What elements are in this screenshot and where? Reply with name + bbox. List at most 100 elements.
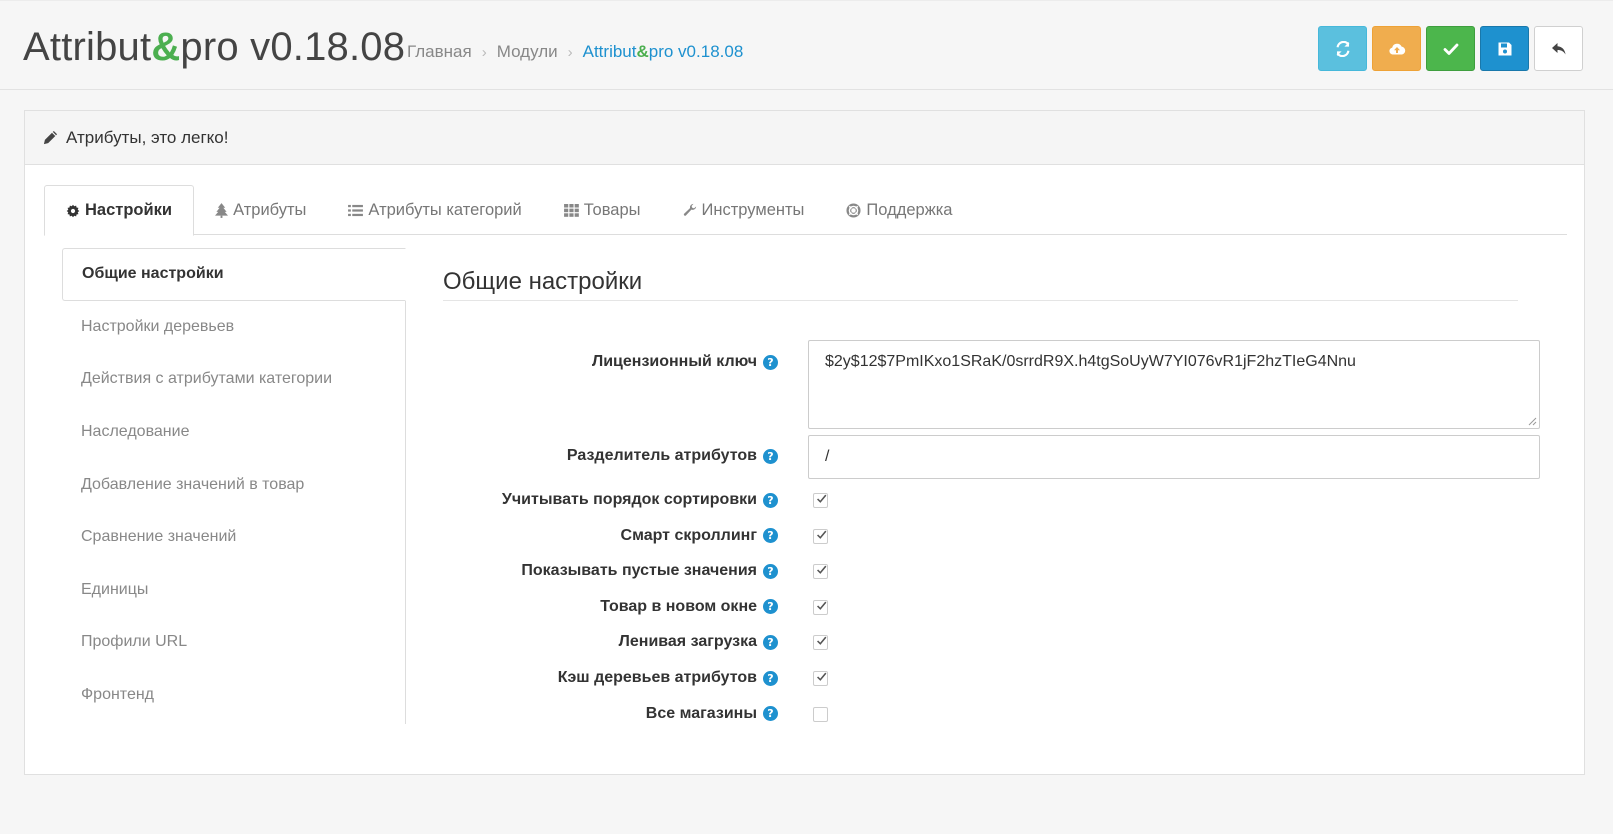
- tab-support-label: Поддержка: [866, 200, 953, 219]
- panel-heading: Атрибуты, это легко!: [25, 111, 1584, 165]
- checkbox-label-text: Все магазины: [645, 704, 757, 722]
- breadcrumb-home-link[interactable]: Главная: [407, 42, 472, 62]
- checkbox-label-text: Смарт скроллинг: [620, 526, 757, 544]
- checkmark-icon: [817, 494, 827, 503]
- tab-attributes[interactable]: Атрибуты: [194, 185, 327, 235]
- separator-label-text: Разделитель атрибутов: [566, 447, 757, 464]
- cloud-upload-button[interactable]: [1372, 26, 1421, 71]
- save-icon: [1498, 42, 1511, 55]
- help-icon[interactable]: ?: [763, 528, 778, 544]
- help-icon[interactable]: ?: [763, 599, 778, 615]
- checkbox-label: Все магазины?: [378, 705, 778, 723]
- separator-label: Разделитель атрибутов ?: [378, 447, 778, 465]
- tab-products[interactable]: Товары: [543, 185, 662, 235]
- help-icon[interactable]: ?: [763, 706, 778, 722]
- checkbox-label-text: Кэш деревьев атрибутов: [557, 669, 757, 686]
- settings-checkbox[interactable]: [813, 635, 828, 651]
- sidenav-item-category-actions[interactable]: Действия с атрибутами категории: [62, 353, 405, 406]
- tree-icon: [215, 202, 229, 218]
- tab-bar: Настройки Атрибуты Атрибуты категорий То…: [44, 185, 1567, 236]
- reply-icon: [1551, 42, 1565, 54]
- sidenav-item-add-values[interactable]: Добавление значений в товар: [62, 458, 405, 511]
- settings-content: Общие настройки Лицензионный ключ ? $2y$…: [443, 248, 1568, 722]
- settings-checkbox[interactable]: [813, 706, 828, 722]
- checkbox-label: Ленивая загрузка?: [378, 633, 778, 651]
- tab-category-attributes-label: Атрибуты категорий: [368, 200, 522, 219]
- sidenav-item-frontend[interactable]: Фронтенд: [62, 669, 405, 722]
- checkbox-label: Показывать пустые значения?: [378, 562, 778, 580]
- settings-checkbox[interactable]: [813, 599, 828, 615]
- license-key-value: $2y$12$7PmIKxo1SRaK/0srrdR9X.h4tgSoUyW7Y…: [825, 353, 1356, 370]
- gear-icon: [66, 204, 80, 218]
- checkmark-icon: [817, 636, 827, 646]
- sidenav-item-units[interactable]: Единицы: [62, 564, 405, 617]
- separator-field[interactable]: /: [808, 435, 1540, 479]
- tab-support[interactable]: Поддержка: [825, 185, 973, 235]
- separator-value: /: [825, 448, 830, 465]
- help-icon[interactable]: ?: [763, 670, 778, 686]
- checkbox-label-text: Учитывать порядок сортировки: [501, 491, 757, 508]
- checkbox-label-text: Ленивая загрузка: [618, 633, 757, 651]
- sidenav-item-trees[interactable]: Настройки деревьев: [62, 301, 405, 354]
- settings-checkbox[interactable]: [813, 493, 828, 508]
- page-title: Attribut&pro v0.18.08: [23, 21, 405, 73]
- breadcrumb: Главная › Модули › Attribut&pro v0.18.08: [407, 42, 743, 62]
- help-icon[interactable]: ?: [763, 634, 778, 650]
- checkbox-label: Товар в новом окне?: [378, 598, 778, 616]
- help-icon[interactable]: ?: [763, 354, 778, 370]
- checkbox-label-text: Показывать пустые значения: [521, 562, 757, 580]
- toolbar: [1318, 26, 1583, 71]
- checkmark-icon: [817, 601, 827, 610]
- back-button[interactable]: [1534, 26, 1583, 71]
- page-header: Attribut&pro v0.18.08 Главная › Модули › Att…: [0, 1, 1613, 90]
- checkbox-label: Учитывать порядок сортировки?: [378, 491, 778, 509]
- settings-checkbox[interactable]: [813, 564, 828, 580]
- breadcrumb-current-amp: &: [636, 42, 649, 61]
- cloud-upload-icon: [1388, 43, 1405, 54]
- tab-settings-label: Настройки: [85, 201, 173, 219]
- license-key-label-text: Лицензионный ключ: [591, 353, 757, 370]
- settings-checkbox[interactable]: [813, 671, 828, 686]
- section-title: Общие настройки: [443, 248, 1518, 301]
- tab-settings[interactable]: Настройки: [44, 185, 195, 236]
- settings-panel: Атрибуты, это легко! Настройки Атрибуты …: [24, 110, 1585, 775]
- help-icon[interactable]: ?: [763, 492, 778, 508]
- title-suffix: pro v0.18.08: [180, 25, 406, 69]
- pencil-icon: [43, 130, 58, 145]
- grid-icon: [563, 203, 579, 217]
- tab-category-attributes[interactable]: Атрибуты категорий: [327, 185, 542, 235]
- wrench-icon: [683, 203, 697, 217]
- sidenav-item-url-profiles[interactable]: Профили URL: [62, 616, 405, 669]
- tab-products-label: Товары: [583, 200, 641, 219]
- checkmark-icon: [817, 672, 827, 681]
- breadcrumb-current-link[interactable]: Attribut&pro v0.18.08: [583, 42, 744, 62]
- tab-tools-label: Инструменты: [701, 200, 805, 219]
- title-amp: &: [151, 25, 181, 69]
- list-icon: [348, 204, 364, 217]
- sidenav-item-compare-values[interactable]: Сравнение значений: [62, 511, 405, 564]
- settings-sidenav: Общие настройки Настройки деревьев Дейст…: [62, 248, 406, 724]
- refresh-icon: [1336, 40, 1349, 57]
- apply-button[interactable]: [1426, 26, 1475, 71]
- refresh-button[interactable]: [1318, 26, 1367, 71]
- checkmark-icon: [817, 565, 827, 575]
- license-key-field[interactable]: $2y$12$7PmIKxo1SRaK/0srrdR9X.h4tgSoUyW7Y…: [808, 340, 1540, 429]
- resize-grip-icon[interactable]: [1527, 416, 1537, 426]
- help-icon[interactable]: ?: [763, 448, 778, 464]
- tab-tools[interactable]: Инструменты: [662, 185, 826, 235]
- breadcrumb-separator: ›: [567, 44, 573, 61]
- help-icon[interactable]: ?: [763, 563, 778, 579]
- tab-attributes-label: Атрибуты: [233, 200, 307, 219]
- sidenav-item-general[interactable]: Общие настройки: [62, 248, 406, 301]
- checkbox-label-text: Товар в новом окне: [600, 597, 757, 615]
- breadcrumb-current-suffix: pro v0.18.08: [648, 42, 744, 61]
- checkbox-label: Смарт скроллинг?: [378, 527, 778, 545]
- lifebuoy-icon: [846, 202, 861, 218]
- save-button[interactable]: [1480, 26, 1529, 71]
- settings-checkbox[interactable]: [813, 528, 828, 544]
- check-icon: [1443, 43, 1458, 55]
- sidenav-item-inheritance[interactable]: Наследование: [62, 406, 405, 459]
- license-key-label: Лицензионный ключ ?: [378, 353, 778, 371]
- title-prefix: Attribut: [23, 25, 152, 69]
- breadcrumb-modules-link[interactable]: Модули: [497, 42, 558, 62]
